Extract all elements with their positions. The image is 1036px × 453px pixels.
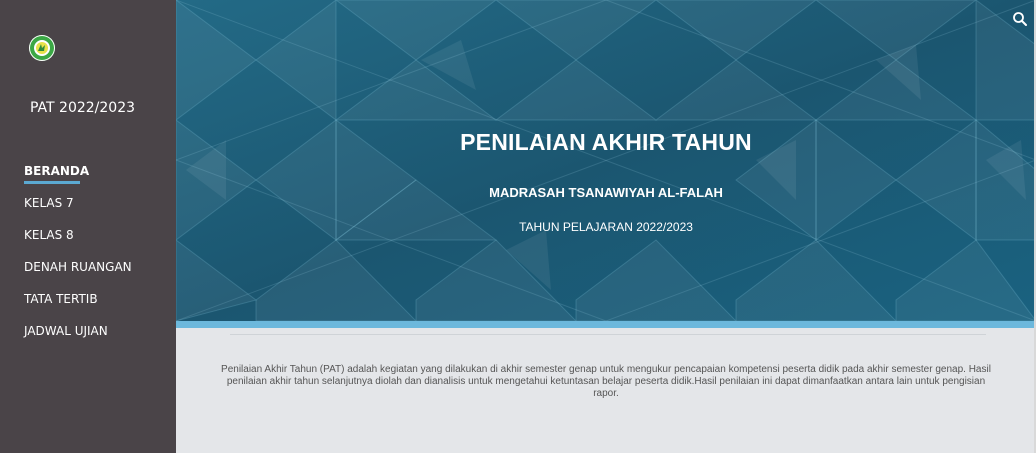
description-text: Penilaian Akhir Tahun (PAT) adalah kegia…	[221, 364, 991, 399]
search-icon[interactable]	[1012, 11, 1028, 27]
nav-item-label: KELAS 8	[24, 228, 74, 242]
nav-item-kelas-8[interactable]: KELAS 8	[24, 226, 132, 258]
nav-item-tata-tertib[interactable]: TATA TERTIB	[24, 290, 132, 322]
nav-item-label: DENAH RUANGAN	[24, 260, 132, 274]
nav-item-label: BERANDA	[24, 164, 90, 178]
hero-banner: PENILAIAN AKHIR TAHUN MADRASAH TSANAWIYA…	[176, 0, 1036, 321]
nav-item-beranda[interactable]: BERANDA	[24, 162, 132, 194]
accent-bar	[176, 321, 1036, 328]
nav-item-label: KELAS 7	[24, 196, 74, 210]
nav-item-label: JADWAL UJIAN	[24, 324, 108, 338]
nav-item-denah-ruangan[interactable]: DENAH RUANGAN	[24, 258, 132, 290]
active-indicator	[24, 181, 80, 184]
nav-item-kelas-7[interactable]: KELAS 7	[24, 194, 132, 226]
hero-title: PENILAIAN AKHIR TAHUN	[460, 129, 752, 155]
divider	[230, 334, 986, 335]
hero-subtitle: MADRASAH TSANAWIYAH AL-FALAH	[489, 185, 723, 200]
nav-item-label: TATA TERTIB	[24, 292, 98, 306]
site-title[interactable]: PAT 2022/2023	[30, 100, 135, 116]
sidebar: PAT 2022/2023 BERANDA KELAS 7 KELAS 8 DE…	[0, 0, 176, 453]
nav-item-jadwal-ujian[interactable]: JADWAL UJIAN	[24, 322, 132, 354]
school-emblem-icon[interactable]	[29, 35, 55, 61]
geometric-background	[176, 0, 1036, 321]
main-nav: BERANDA KELAS 7 KELAS 8 DENAH RUANGAN TA…	[24, 162, 132, 354]
hero-year: TAHUN PELAJARAN 2022/2023	[519, 220, 693, 234]
